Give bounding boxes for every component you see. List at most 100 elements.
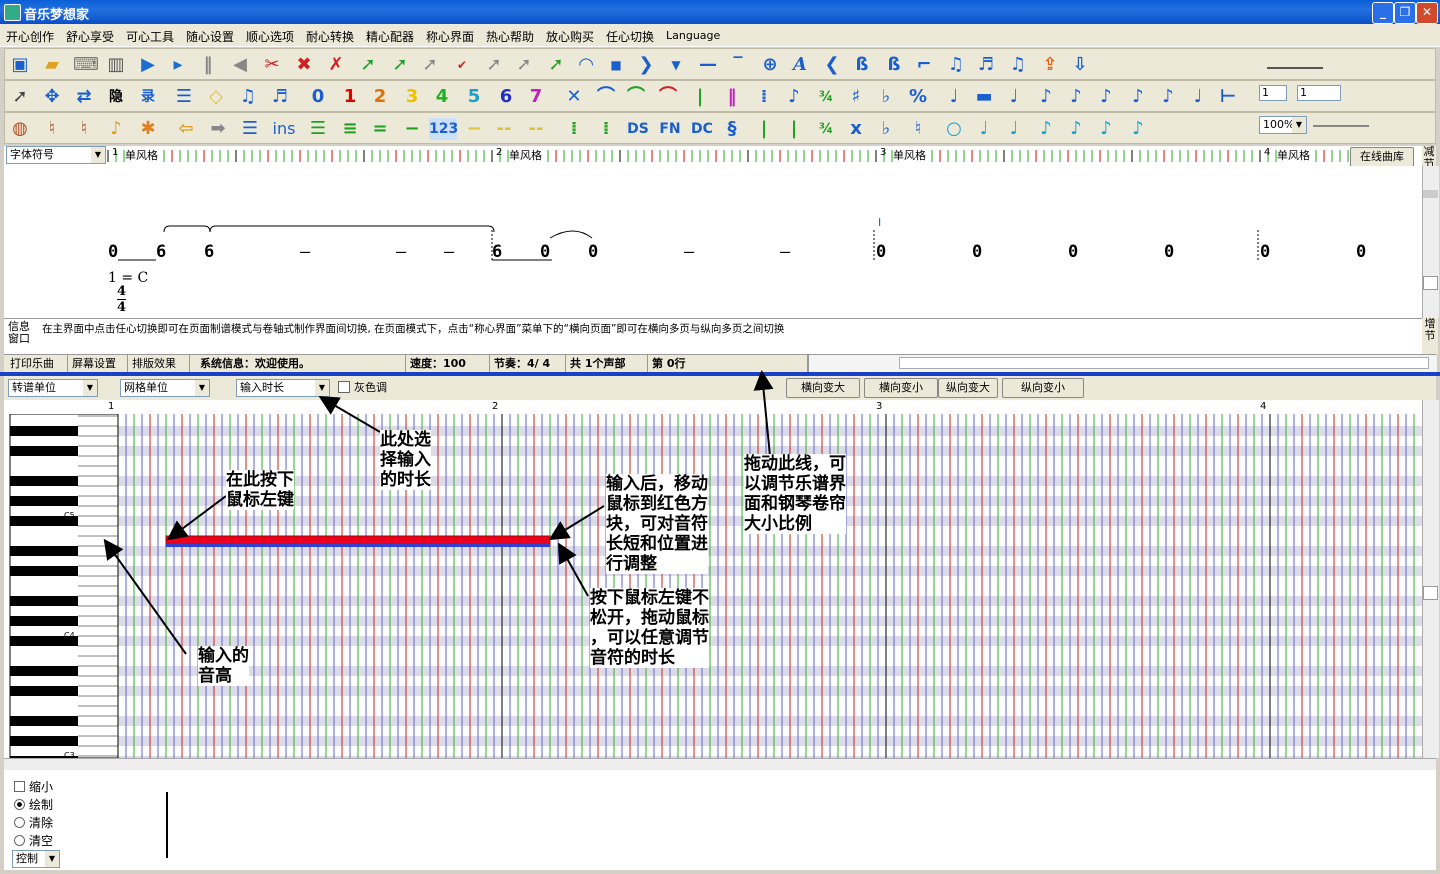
menu-convert[interactable]: 耐心转换 <box>306 28 354 45</box>
scroll-thumb[interactable] <box>1423 276 1438 290</box>
scroll-thumb[interactable] <box>899 357 1429 369</box>
dash-yellow-icon[interactable]: − <box>463 118 485 140</box>
dash-yellow-3-icon[interactable]: ‐‐ <box>525 118 547 140</box>
swap-icon[interactable]: ⇄ <box>73 86 95 108</box>
align-2-icon[interactable]: ≡ <box>339 118 361 140</box>
score-view[interactable]: 0 6 6 – – – 6 0 0 – – 0 0 0 0 0 0 I 1 = … <box>4 166 1422 318</box>
menu-create[interactable]: 开心创作 <box>6 28 54 45</box>
circle-icon[interactable]: ○ <box>943 118 965 140</box>
span-icon[interactable]: ⊢ <box>1217 86 1239 108</box>
drum-icon[interactable]: ◍ <box>9 118 31 140</box>
spell-check-icon[interactable]: ✔ <box>451 54 473 76</box>
score-note[interactable]: – <box>300 242 311 262</box>
minimize-button[interactable]: _ <box>1372 2 1394 24</box>
align-3-icon[interactable]: = <box>369 118 391 140</box>
fn-button[interactable]: FN <box>657 118 683 140</box>
grid-unit-select[interactable]: 网格单位 ▼ <box>120 379 210 397</box>
digit-3-button[interactable]: 3 <box>401 86 423 108</box>
pointer-icon[interactable]: ➚ <box>9 86 31 108</box>
rewind-icon[interactable]: ◀ <box>229 54 251 76</box>
horizontal-zoom-in-button[interactable]: 横向变大 <box>786 378 860 398</box>
zoom-select[interactable]: 100% ▼ <box>1259 116 1307 134</box>
score-note[interactable]: 0 <box>1068 242 1079 262</box>
shrink-checkbox[interactable] <box>14 781 25 792</box>
score-note[interactable]: – <box>444 242 454 262</box>
score-note[interactable]: 0 <box>108 242 119 262</box>
cyan-note-4-icon[interactable]: ♪ <box>1065 118 1087 140</box>
whole-rest-icon[interactable]: ▬ <box>973 86 995 108</box>
menu-interface[interactable]: 称心界面 <box>426 28 474 45</box>
score-note[interactable]: 0 <box>972 242 983 262</box>
saxophone-icon[interactable]: ♪ <box>105 118 127 140</box>
pianoroll-grid[interactable]: C5 C4 C3 <box>4 414 1422 758</box>
number-123-button[interactable]: 123 <box>429 118 458 140</box>
violin-icon[interactable]: ♮ <box>41 118 63 140</box>
delete-cross-icon[interactable]: ✖ <box>293 54 315 76</box>
arrow-tool-4-icon[interactable]: ➚ <box>545 54 567 76</box>
chevron-right-icon[interactable]: ❯ <box>635 54 657 76</box>
digit-5-button[interactable]: 5 <box>463 86 485 108</box>
piano-icon[interactable]: ▥ <box>105 54 127 76</box>
control-select[interactable]: 控制 ▼ <box>12 850 60 868</box>
upload-icon[interactable]: ⇪ <box>1039 54 1061 76</box>
eighth-icon[interactable]: ♪ <box>1035 86 1057 108</box>
percent-icon[interactable]: % <box>907 86 929 108</box>
fraction-icon[interactable]: ¾ <box>815 86 837 108</box>
list-icon[interactable]: ☰ <box>239 118 261 140</box>
empty-radio[interactable] <box>14 835 25 846</box>
x-button[interactable]: x <box>845 118 867 140</box>
score-note[interactable]: 0 <box>1356 242 1367 262</box>
cyan-note-5-icon[interactable]: ♪ <box>1095 118 1117 140</box>
dash-icon[interactable]: — <box>697 54 719 76</box>
beam-note-2-icon[interactable]: ♬ <box>975 54 997 76</box>
score-note[interactable]: 0 <box>876 242 886 262</box>
stop-icon[interactable]: ■ <box>605 54 627 76</box>
shrink-option[interactable]: 缩小 <box>14 778 53 795</box>
draw-radio[interactable] <box>14 799 25 810</box>
grace-cross-icon[interactable]: ♪ <box>1127 86 1149 108</box>
bar-green-2-icon[interactable]: | <box>783 118 805 140</box>
cyan-note-2-icon[interactable]: ♩ <box>1003 118 1025 140</box>
bar-green-icon[interactable]: | <box>753 118 775 140</box>
menu-enjoy[interactable]: 舒心享受 <box>66 28 114 45</box>
dash-yellow-2-icon[interactable]: ‐‐ <box>493 118 515 140</box>
sixteenth-note-icon[interactable]: ♬ <box>269 86 291 108</box>
key-signature[interactable]: 1 = C <box>108 270 148 286</box>
tuplet-icon[interactable]: ⌐ <box>913 54 935 76</box>
half-note-icon[interactable]: ♩ <box>1003 86 1025 108</box>
arrow-tool-icon[interactable]: ➚ <box>419 54 441 76</box>
digit-0-button[interactable]: 0 <box>307 86 329 108</box>
menu-help[interactable]: 热心帮助 <box>486 28 534 45</box>
digit-4-button[interactable]: 4 <box>431 86 453 108</box>
digit-2-button[interactable]: 2 <box>369 86 391 108</box>
align-4-icon[interactable]: − <box>401 118 423 140</box>
delete-check-icon[interactable]: ✗ <box>325 54 347 76</box>
vertical-zoom-in-button[interactable]: 纵向变大 <box>938 378 998 398</box>
empty-option[interactable]: 清空 <box>14 832 53 849</box>
score-note[interactable]: – <box>780 242 791 262</box>
align-icon[interactable]: ☰ <box>307 118 329 140</box>
dc-button[interactable]: DC <box>689 118 715 140</box>
field-b-input[interactable]: 1 <box>1297 85 1341 101</box>
grace-2-icon[interactable]: ♪ <box>1157 86 1179 108</box>
menu-switch[interactable]: 任心切换 <box>606 28 654 45</box>
double-flat-icon[interactable]: ♭ <box>875 118 897 140</box>
beam-note-3-icon[interactable]: ♫ <box>1007 54 1029 76</box>
menu-orchestration[interactable]: 精心配器 <box>366 28 414 45</box>
digit-7-button[interactable]: 7 <box>525 86 547 108</box>
time-sig-bottom[interactable]: 4 <box>117 300 126 315</box>
field-a-input[interactable]: 1 <box>1259 85 1287 101</box>
score-note[interactable]: 6 <box>156 242 167 262</box>
triangle-down-icon[interactable]: ▼ <box>665 54 687 76</box>
arrow-left-icon[interactable]: ⇦ <box>175 118 197 140</box>
arc-icon[interactable]: ⌒ <box>657 86 679 108</box>
eighth-note-icon[interactable]: ♫ <box>237 86 259 108</box>
score-note[interactable]: 0 <box>1260 242 1270 262</box>
pause-icon[interactable]: ‖ <box>197 54 219 76</box>
vertical-zoom-out-button[interactable]: 纵向变小 <box>1002 378 1084 398</box>
beam-note-icon[interactable]: ♫ <box>945 54 967 76</box>
open-folder-icon[interactable]: ▰ <box>41 54 63 76</box>
scroll-thumb[interactable] <box>1423 586 1438 600</box>
guitar-icon[interactable]: ♮ <box>73 118 95 140</box>
save-icon[interactable]: ▣ <box>9 54 31 76</box>
